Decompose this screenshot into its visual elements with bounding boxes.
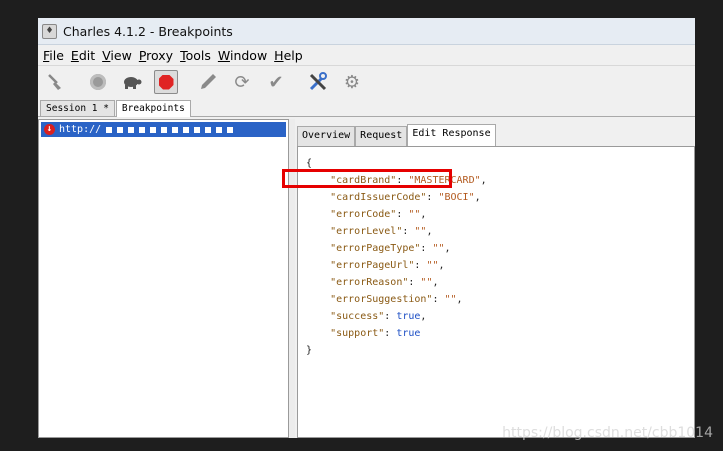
redaction-mask xyxy=(172,126,179,133)
redaction-mask xyxy=(161,126,168,133)
tab-request[interactable]: Request xyxy=(355,126,408,146)
json-line: "errorCode": "", xyxy=(330,209,427,220)
session-tabs: Session 1 * Breakpoints xyxy=(38,98,695,117)
menu-file[interactable]: File xyxy=(40,48,67,63)
json-close-brace: } xyxy=(306,345,313,356)
redaction-mask xyxy=(128,126,135,133)
breakpoints-stop-icon[interactable] xyxy=(154,70,178,94)
title-bar: ♦ Charles 4.1.2 - Breakpoints xyxy=(38,18,695,45)
refresh-icon[interactable]: ⟳ xyxy=(230,70,254,94)
record-icon[interactable] xyxy=(86,70,110,94)
json-line: "errorPageType": "", xyxy=(330,243,451,254)
detail-pane: Overview Request Edit Response { "cardBr… xyxy=(295,119,695,438)
pen-icon[interactable] xyxy=(196,70,220,94)
menu-view[interactable]: View xyxy=(99,48,135,63)
menu-help[interactable]: Help xyxy=(271,48,306,63)
menu-proxy[interactable]: Proxy xyxy=(136,48,176,63)
detail-tabs: Overview Request Edit Response xyxy=(297,122,496,147)
menu-bar: File Edit View Proxy Tools Window Help xyxy=(38,45,695,65)
menu-tools[interactable]: Tools xyxy=(177,48,214,63)
json-line: "support": true xyxy=(330,328,421,339)
redaction-mask xyxy=(139,126,146,133)
redaction-mask xyxy=(216,126,223,133)
tab-edit-response[interactable]: Edit Response xyxy=(407,124,496,147)
redaction-mask xyxy=(183,126,190,133)
json-line: "cardIssuerCode": "BOCI", xyxy=(330,192,481,203)
tab-breakpoints[interactable]: Breakpoints xyxy=(115,100,191,117)
json-line: "errorReason": "", xyxy=(330,277,439,288)
tab-overview[interactable]: Overview xyxy=(297,126,356,146)
watermark: https://blog.csdn.net/cbb1014 xyxy=(502,425,713,441)
breakpoint-down-arrow-icon: ↓ xyxy=(44,124,55,135)
json-line: "errorPageUrl": "", xyxy=(330,260,445,271)
toolbar: ⟳ ✔ ⚙ xyxy=(38,65,695,98)
charles-window: ♦ Charles 4.1.2 - Breakpoints File Edit … xyxy=(38,18,695,438)
json-line: "cardBrand": "MASTERCARD", xyxy=(330,175,487,186)
tab-session-1[interactable]: Session 1 * xyxy=(40,100,115,116)
menu-window[interactable]: Window xyxy=(215,48,270,63)
json-line: "errorLevel": "", xyxy=(330,226,433,237)
redaction-mask xyxy=(117,126,124,133)
settings-gear-icon[interactable]: ⚙ xyxy=(340,70,364,94)
redaction-mask xyxy=(227,126,234,133)
menu-edit[interactable]: Edit xyxy=(68,48,98,63)
charles-app-icon: ♦ xyxy=(42,23,57,39)
tree-row-host[interactable]: ↓ http:// xyxy=(41,122,286,137)
redaction-mask xyxy=(106,126,113,133)
json-open-brace: { xyxy=(306,158,313,169)
throttle-turtle-icon[interactable] xyxy=(120,70,144,94)
broom-icon[interactable] xyxy=(44,70,68,94)
tools-icon[interactable] xyxy=(306,70,330,94)
redaction-mask xyxy=(194,126,201,133)
response-editor[interactable]: { "cardBrand": "MASTERCARD", "cardIssuer… xyxy=(297,146,695,438)
json-line: "success": true, xyxy=(330,311,427,322)
structure-tree-pane: ↓ http:// xyxy=(38,119,289,438)
checkmark-icon[interactable]: ✔ xyxy=(264,70,288,94)
window-title: Charles 4.1.2 - Breakpoints xyxy=(63,23,233,39)
redaction-mask xyxy=(150,126,157,133)
tree-row-label: http:// xyxy=(59,124,102,135)
json-line: "errorSuggestion": "", xyxy=(330,294,463,305)
redaction-mask xyxy=(205,126,212,133)
